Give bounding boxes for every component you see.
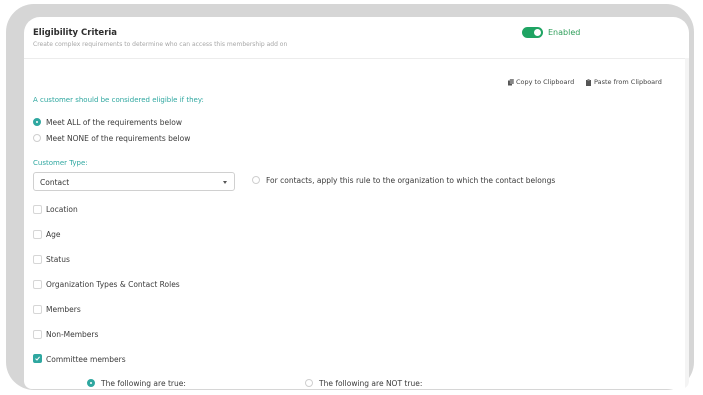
- meet-none-radio[interactable]: [33, 134, 41, 142]
- following-not-true-radio[interactable]: [305, 379, 313, 387]
- org-types-label: Organization Types & Contact Roles: [46, 280, 180, 289]
- org-types-checkbox[interactable]: [33, 280, 42, 289]
- eligibility-prompt: A customer should be considered eligible…: [33, 96, 204, 104]
- paste-clipboard-button[interactable]: Paste from Clipboard: [586, 78, 662, 86]
- following-true-radio[interactable]: [87, 379, 95, 387]
- scrollbar[interactable]: [685, 58, 689, 389]
- checkmark-icon: [35, 356, 40, 361]
- committee-members-label: Committee members: [46, 355, 126, 364]
- paste-icon: [586, 78, 591, 86]
- meet-none-label: Meet NONE of the requirements below: [46, 134, 191, 143]
- customer-type-value: Contact: [40, 178, 70, 187]
- copy-clipboard-label: Copy to Clipboard: [516, 78, 575, 86]
- customer-type-select[interactable]: Contact: [33, 172, 235, 191]
- age-checkbox[interactable]: [33, 230, 42, 239]
- page-subtitle: Create complex requirements to determine…: [33, 41, 288, 48]
- non-members-label: Non-Members: [46, 330, 99, 339]
- eligibility-panel: Eligibility Criteria Create complex requ…: [24, 17, 689, 389]
- committee-members-checkbox[interactable]: [33, 354, 42, 363]
- toggle-label: Enabled: [548, 28, 581, 37]
- toggle-knob: [534, 29, 541, 36]
- panel-header: Eligibility Criteria Create complex requ…: [24, 17, 689, 59]
- meet-all-label: Meet ALL of the requirements below: [46, 118, 182, 127]
- window-frame: Eligibility Criteria Create complex requ…: [6, 4, 694, 390]
- members-checkbox[interactable]: [33, 305, 42, 314]
- following-not-true-label: The following are NOT true:: [319, 379, 423, 388]
- chevron-down-icon: [223, 181, 227, 184]
- status-checkbox[interactable]: [33, 255, 42, 264]
- page-title: Eligibility Criteria: [33, 28, 118, 38]
- meet-all-radio[interactable]: [33, 118, 41, 126]
- org-rule-label: For contacts, apply this rule to the org…: [266, 176, 556, 185]
- non-members-checkbox[interactable]: [33, 330, 42, 339]
- age-label: Age: [46, 230, 61, 239]
- location-label: Location: [46, 205, 78, 214]
- org-rule-checkbox[interactable]: [252, 176, 260, 184]
- location-checkbox[interactable]: [33, 205, 42, 214]
- copy-clipboard-button[interactable]: Copy to Clipboard: [508, 78, 574, 86]
- enabled-toggle[interactable]: [522, 27, 543, 38]
- copy-icon: [508, 78, 514, 85]
- members-label: Members: [46, 305, 81, 314]
- following-true-label: The following are true:: [101, 379, 186, 388]
- paste-clipboard-label: Paste from Clipboard: [594, 78, 662, 86]
- status-label: Status: [46, 255, 70, 264]
- customer-type-label: Customer Type:: [33, 159, 88, 167]
